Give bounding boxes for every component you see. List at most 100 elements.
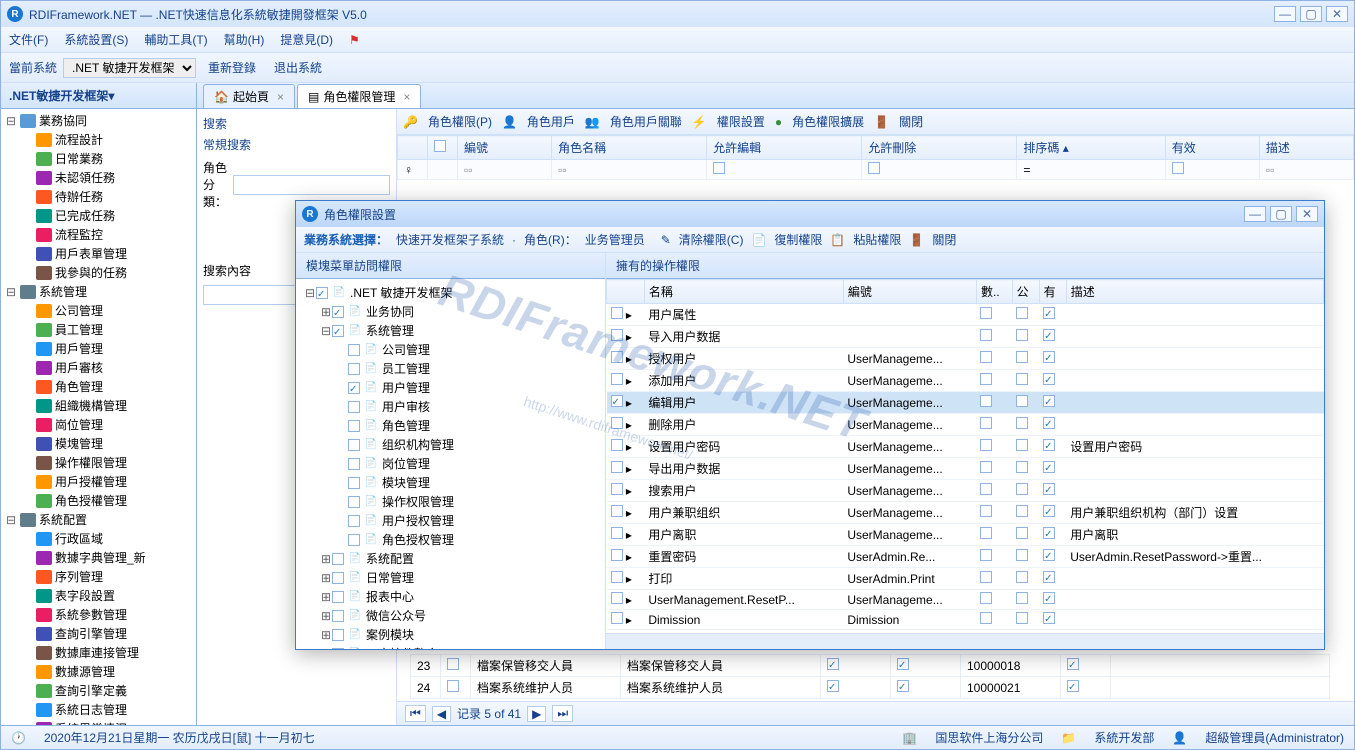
- module-tree-node[interactable]: 📄操作权限管理: [300, 492, 601, 511]
- tree-node[interactable]: 組織機構管理: [1, 396, 196, 415]
- relogin-button[interactable]: 重新登錄: [202, 57, 262, 78]
- tree-node[interactable]: 數據源管理: [1, 662, 196, 681]
- module-tree-node[interactable]: 📄员工管理: [300, 359, 601, 378]
- module-tree-node[interactable]: ⊞📄业务协同: [300, 302, 601, 321]
- pager-first[interactable]: ⏮: [405, 705, 426, 722]
- tree-node[interactable]: 查詢引擎管理: [1, 624, 196, 643]
- sidebar-dropdown-icon[interactable]: ▾: [108, 89, 114, 103]
- menu-settings[interactable]: 系統設置(S): [64, 31, 128, 48]
- tree-node[interactable]: 操作權限管理: [1, 453, 196, 472]
- dialog-minimize[interactable]: —: [1244, 206, 1266, 222]
- permission-grid[interactable]: 名稱編號數..公有描述 ▸ 用户属性 ▸ 导入用户数据 ▸ 授权用户UserMa…: [606, 279, 1324, 633]
- tree-node[interactable]: ⊟業務協同: [1, 111, 196, 130]
- permission-row[interactable]: ▸ 授权用户UserManageme...: [607, 348, 1324, 370]
- permission-row[interactable]: ▸ 打印UserAdmin.Print: [607, 568, 1324, 590]
- role-value[interactable]: 业务管理员: [585, 231, 645, 248]
- module-tree-node[interactable]: ⊞📄系统配置: [300, 549, 601, 568]
- pager-prev[interactable]: ◀: [432, 706, 451, 722]
- tree-node[interactable]: 查詢引擎定義: [1, 681, 196, 700]
- permission-row[interactable]: ▸ DimissionDimission: [607, 610, 1324, 630]
- framework-select[interactable]: .NET 敏捷开发框架: [63, 58, 196, 78]
- dialog-close[interactable]: ✕: [1296, 206, 1318, 222]
- btn-role-user-link[interactable]: 角色用戶關聯: [610, 113, 682, 130]
- tree-node[interactable]: 角色管理: [1, 377, 196, 396]
- tree-node[interactable]: 數據庫連接管理: [1, 643, 196, 662]
- btn-clear-permission[interactable]: 清除權限(C): [679, 231, 744, 248]
- tree-node[interactable]: 用戶管理: [1, 339, 196, 358]
- module-tree-node[interactable]: ⊟📄.NET 敏捷开发框架: [300, 283, 601, 302]
- table-row[interactable]: 23檔案保管移交人員档案保管移交人員10000018: [411, 655, 1330, 677]
- sort-icon[interactable]: ▴: [1063, 141, 1069, 155]
- btn-paste-permission[interactable]: 粘貼權限: [853, 231, 901, 248]
- module-tree-node[interactable]: 📄用户审核: [300, 397, 601, 416]
- tree-node[interactable]: 日常業務: [1, 149, 196, 168]
- tree-node[interactable]: 我參與的任務: [1, 263, 196, 282]
- permission-row[interactable]: ▸ 导入用户数据: [607, 326, 1324, 348]
- permission-row[interactable]: ▸ 删除用户UserManageme...: [607, 414, 1324, 436]
- module-tree-node[interactable]: 📄公司管理: [300, 340, 601, 359]
- tree-node[interactable]: 用戶審核: [1, 358, 196, 377]
- tree-node[interactable]: 公司管理: [1, 301, 196, 320]
- tree-node[interactable]: 數據字典管理_新: [1, 548, 196, 567]
- tree-node[interactable]: 員工管理: [1, 320, 196, 339]
- btn-role-permission[interactable]: 角色權限(P): [428, 113, 492, 130]
- tree-node[interactable]: 未認領任務: [1, 168, 196, 187]
- tree-node[interactable]: 序列管理: [1, 567, 196, 586]
- module-tree-node[interactable]: 📄模块管理: [300, 473, 601, 492]
- tree-node[interactable]: ⊟系統管理: [1, 282, 196, 301]
- module-tree-node[interactable]: ⊞📄三方控件整合: [300, 644, 601, 649]
- dialog-tab-left[interactable]: 模塊菜單訪問權限: [296, 253, 605, 279]
- tree-node[interactable]: 流程監控: [1, 225, 196, 244]
- sys-select-value[interactable]: 快速开发框架子系統: [396, 231, 504, 248]
- menu-tools[interactable]: 輔助工具(T): [144, 31, 207, 48]
- tree-node[interactable]: 模塊管理: [1, 434, 196, 453]
- btn-copy-permission[interactable]: 復制權限: [774, 231, 822, 248]
- tree-node[interactable]: 用戶授權管理: [1, 472, 196, 491]
- btn-permission-setting[interactable]: 權限設置: [717, 113, 765, 130]
- module-tree-node[interactable]: 📄角色管理: [300, 416, 601, 435]
- menu-feedback[interactable]: 提意見(D): [280, 31, 333, 48]
- minimize-button[interactable]: —: [1274, 6, 1296, 22]
- module-tree-node[interactable]: 📄角色授权管理: [300, 530, 601, 549]
- tree-node[interactable]: 角色授權管理: [1, 491, 196, 510]
- btn-dialog-close[interactable]: 關閉: [932, 231, 956, 248]
- permission-row[interactable]: ▸ 设置用户密码UserManageme... 设置用户密码: [607, 436, 1324, 458]
- module-tree[interactable]: ⊟📄.NET 敏捷开发框架⊞📄业务协同⊟📄系统管理📄公司管理📄员工管理📄用户管理…: [296, 279, 605, 649]
- module-tree-node[interactable]: 📄用户管理: [300, 378, 601, 397]
- tree-node[interactable]: 崗位管理: [1, 415, 196, 434]
- table-row[interactable]: 24档案系统维护人员档案系统维护人员10000021: [411, 677, 1330, 699]
- pager-last[interactable]: ⏭: [552, 705, 573, 722]
- dialog-maximize[interactable]: ▢: [1270, 206, 1292, 222]
- permission-row[interactable]: ▸ 添加用户UserManageme...: [607, 370, 1324, 392]
- tree-node[interactable]: 流程設計: [1, 130, 196, 149]
- flag-icon[interactable]: ⚑: [349, 33, 360, 47]
- maximize-button[interactable]: ▢: [1300, 6, 1322, 22]
- dialog-tab-right[interactable]: 擁有的操作權限: [606, 253, 1324, 279]
- module-tree-node[interactable]: 📄用户授权管理: [300, 511, 601, 530]
- tab-home[interactable]: 🏠 起始頁 ×: [203, 84, 295, 108]
- menu-file[interactable]: 文件(F): [9, 31, 48, 48]
- module-tree-node[interactable]: ⊟📄系统管理: [300, 321, 601, 340]
- close-icon[interactable]: ×: [277, 90, 284, 104]
- permission-row[interactable]: ▸ 用户兼职组织UserManageme... 用户兼职组织机构（部门）设置: [607, 502, 1324, 524]
- tree-node[interactable]: 已完成任務: [1, 206, 196, 225]
- permission-row[interactable]: ▸ 编辑用户UserManageme...: [607, 392, 1324, 414]
- module-tree-node[interactable]: ⊞📄日常管理: [300, 568, 601, 587]
- close-icon[interactable]: ×: [403, 90, 410, 104]
- tree-node[interactable]: 系統異常情況: [1, 719, 196, 725]
- permission-row[interactable]: ▸ 用户属性: [607, 304, 1324, 326]
- module-tree-node[interactable]: ⊞📄微信公众号: [300, 606, 601, 625]
- btn-role-user[interactable]: 角色用戶: [527, 113, 575, 130]
- module-tree-node[interactable]: 📄岗位管理: [300, 454, 601, 473]
- tree-node[interactable]: 系統參數管理: [1, 605, 196, 624]
- module-tree-node[interactable]: 📄组织机构管理: [300, 435, 601, 454]
- module-tree-node[interactable]: ⊞📄报表中心: [300, 587, 601, 606]
- permission-row[interactable]: ▸ 用户离职UserManageme... 用户离职: [607, 524, 1324, 546]
- tree-node[interactable]: 待辦任務: [1, 187, 196, 206]
- menu-help[interactable]: 幫助(H): [224, 31, 265, 48]
- sidebar-tree[interactable]: ⊟業務協同流程設計日常業務未認領任務待辦任務已完成任務流程監控用戶表單管理我參與…: [1, 109, 196, 725]
- exit-button[interactable]: 退出系統: [268, 57, 328, 78]
- module-tree-node[interactable]: ⊞📄案例模块: [300, 625, 601, 644]
- role-category-input[interactable]: [233, 175, 390, 195]
- permission-row[interactable]: ▸ 导出用户数据UserManageme...: [607, 458, 1324, 480]
